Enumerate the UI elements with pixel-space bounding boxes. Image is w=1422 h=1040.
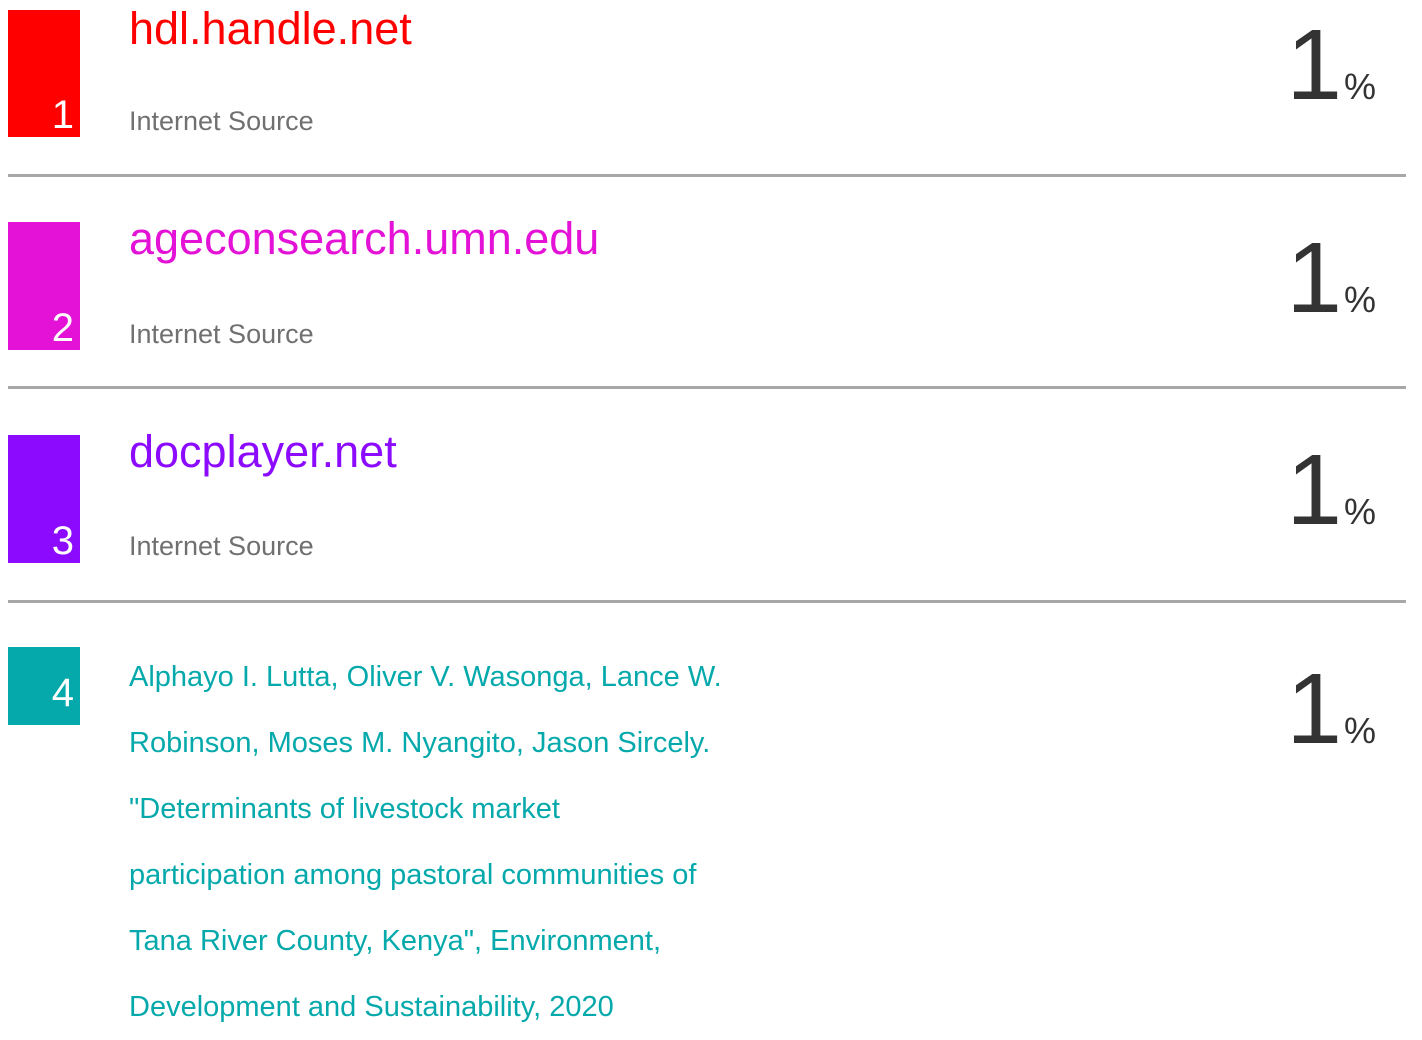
source-citation[interactable]: Alphayo I. Lutta, Oliver V. Wasonga, Lan… <box>129 644 849 1040</box>
citation-line: Development and Sustainability, 2020 <box>129 991 614 1023</box>
source-type-label: Internet Source <box>129 319 314 349</box>
source-row-2: 2 ageconsearch.umn.edu Internet Source 1… <box>0 190 1422 380</box>
percent-symbol: % <box>1343 491 1376 532</box>
source-rank-badge: 2 <box>8 222 80 350</box>
source-type-label: Internet Source <box>129 106 314 136</box>
percent-value: 1 <box>1286 222 1342 334</box>
source-rank-number: 1 <box>51 93 74 137</box>
percent-value: 1 <box>1286 9 1342 121</box>
source-rank-number: 3 <box>51 519 74 563</box>
row-divider <box>8 174 1406 177</box>
percent-value: 1 <box>1286 653 1342 765</box>
source-rank-badge: 1 <box>8 10 80 137</box>
citation-line: Alphayo I. Lutta, Oliver V. Wasonga, Lan… <box>129 661 722 693</box>
source-match-percent: 1% <box>1286 15 1376 115</box>
row-divider <box>8 600 1406 603</box>
citation-line: Tana River County, Kenya", Environment, <box>129 925 662 957</box>
source-type-label: Internet Source <box>129 531 314 561</box>
percent-value: 1 <box>1286 434 1342 546</box>
source-match-percent: 1% <box>1286 440 1376 540</box>
row-divider <box>8 386 1406 389</box>
citation-line: Robinson, Moses M. Nyangito, Jason Sirce… <box>129 727 711 759</box>
source-row-4: 4 Alphayo I. Lutta, Oliver V. Wasonga, L… <box>0 616 1422 1023</box>
citation-line: "Determinants of livestock market <box>129 793 560 825</box>
source-title-link[interactable]: docplayer.net <box>129 429 397 474</box>
source-match-percent: 1% <box>1286 228 1376 328</box>
source-rank-badge: 3 <box>8 435 80 563</box>
source-rank-number: 4 <box>51 671 74 715</box>
source-title-link[interactable]: ageconsearch.umn.edu <box>129 216 599 261</box>
source-title-link[interactable]: hdl.handle.net <box>129 6 412 51</box>
source-match-percent: 1% <box>1286 659 1376 759</box>
source-rank-number: 2 <box>51 306 74 350</box>
source-rank-badge: 4 <box>8 647 80 725</box>
source-row-1: 1 hdl.handle.net Internet Source 1% <box>0 0 1422 176</box>
source-row-3: 3 docplayer.net Internet Source 1% <box>0 402 1422 592</box>
percent-symbol: % <box>1343 66 1376 107</box>
percent-symbol: % <box>1343 710 1376 751</box>
citation-line: participation among pastoral communities… <box>129 859 697 891</box>
percent-symbol: % <box>1343 279 1376 320</box>
